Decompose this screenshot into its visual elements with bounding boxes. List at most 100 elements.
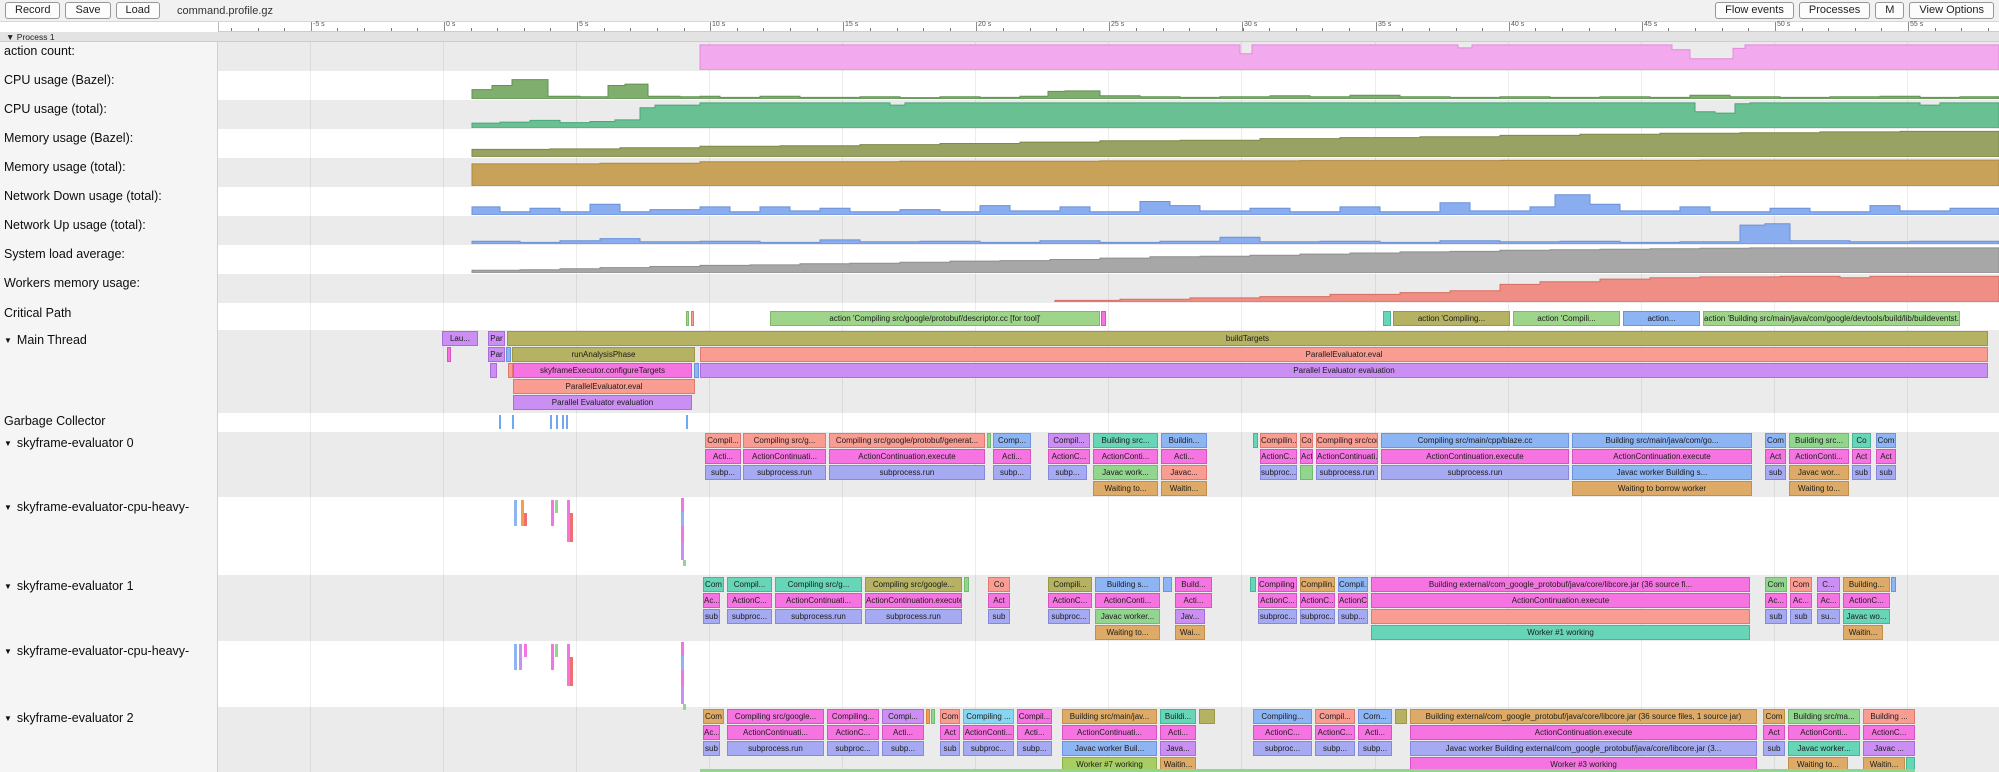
skyframe-evaluator-0-slice[interactable]: Building src/main/java/com/go... bbox=[1572, 433, 1752, 448]
skyframe-evaluator-2-slice[interactable]: Com bbox=[1763, 709, 1785, 724]
skyframe-evaluator-2-slice[interactable]: subprocess.run bbox=[727, 741, 824, 756]
skyframe-evaluator-1-slice[interactable]: Javac wo... bbox=[1843, 609, 1890, 624]
skyframe-evaluator-cpu-heavy-1-slice[interactable] bbox=[681, 526, 684, 542]
skyframe-evaluator-1-slice[interactable]: Compil... bbox=[1338, 577, 1368, 592]
skyframe-evaluator-0-slice[interactable]: ActionContinuati... bbox=[743, 449, 826, 464]
skyframe-evaluator-0-slice[interactable]: ActionContinuation.execute bbox=[1572, 449, 1752, 464]
skyframe-evaluator-2-slice[interactable]: Ac... bbox=[703, 725, 720, 740]
skyframe-evaluator-2-slice[interactable]: ActionContinuation.execute bbox=[1410, 725, 1757, 740]
skyframe-evaluator-0-slice[interactable]: Comp... bbox=[993, 433, 1031, 448]
skyframe-evaluator-2-slice[interactable] bbox=[1395, 709, 1407, 724]
skyframe-evaluator-cpu-heavy-1-slice[interactable] bbox=[681, 512, 684, 526]
skyframe-evaluator-0-slice[interactable]: Building src... bbox=[1789, 433, 1849, 448]
skyframe-evaluator-1-slice[interactable]: ActionContinuation.execute bbox=[1371, 593, 1750, 608]
skyframe-evaluator-0-slice[interactable]: Waiting to... bbox=[1093, 481, 1158, 496]
counter-chart-action-count[interactable] bbox=[218, 43, 1999, 70]
skyframe-evaluator-cpu-heavy-2-slice[interactable] bbox=[681, 670, 684, 686]
timeline-ruler[interactable]: -5 s0 s5 s10 s15 s20 s25 s30 s35 s40 s45… bbox=[218, 22, 1999, 32]
skyframe-evaluator-0-slice[interactable]: Com bbox=[1876, 433, 1896, 448]
skyframe-evaluator-1-slice[interactable]: Ac... bbox=[703, 593, 720, 608]
skyframe-evaluator-2-slice[interactable] bbox=[926, 709, 930, 724]
skyframe-evaluator-2-slice[interactable]: Building ... bbox=[1863, 709, 1915, 724]
skyframe-evaluator-2-slice[interactable]: Act bbox=[940, 725, 960, 740]
skyframe-evaluator-1-slice[interactable]: C... bbox=[1817, 577, 1840, 592]
skyframe-evaluator-1-slice[interactable]: Compiling ... bbox=[1258, 577, 1297, 592]
skyframe-evaluator-0-slice[interactable]: ActionContinuati... bbox=[1316, 449, 1378, 464]
skyframe-evaluator-2-slice[interactable]: Building external/com_google_protobuf/ja… bbox=[1410, 709, 1757, 724]
skyframe-evaluator-2-slice[interactable]: Compil... bbox=[1017, 709, 1052, 724]
skyframe-evaluator-1-slice[interactable]: Building external/com_google_protobuf/ja… bbox=[1371, 577, 1750, 592]
skyframe-evaluator-cpu-heavy-1-slice[interactable] bbox=[683, 560, 686, 566]
track-label-skyframe-evaluator-0[interactable]: ▼skyframe-evaluator 0 bbox=[4, 436, 134, 450]
skyframe-evaluator-1-slice[interactable]: subprocess.run bbox=[865, 609, 962, 624]
skyframe-evaluator-1-slice[interactable]: Acti... bbox=[1175, 593, 1212, 608]
skyframe-evaluator-1-slice[interactable]: Com bbox=[703, 577, 724, 592]
skyframe-evaluator-2-slice[interactable]: Com bbox=[940, 709, 960, 724]
track-label-main-thread[interactable]: ▼Main Thread bbox=[4, 333, 87, 347]
skyframe-evaluator-1-slice[interactable]: Com bbox=[1765, 577, 1787, 592]
skyframe-evaluator-2-slice[interactable]: subp... bbox=[1017, 741, 1052, 756]
collapse-arrow-icon[interactable]: ▼ bbox=[4, 714, 12, 723]
skyframe-evaluator-0-slice[interactable]: ActionC... bbox=[1048, 449, 1090, 464]
skyframe-evaluator-2-slice[interactable]: subproc... bbox=[963, 741, 1014, 756]
skyframe-evaluator-1-slice[interactable]: ActionContinuati... bbox=[775, 593, 862, 608]
skyframe-evaluator-0-slice[interactable]: Com bbox=[1765, 433, 1786, 448]
skyframe-evaluator-0-slice[interactable]: ActionContinuation.execute bbox=[829, 449, 985, 464]
skyframe-evaluator-2-slice[interactable]: Building src/main/jav... bbox=[1062, 709, 1157, 724]
main-thread-slice[interactable]: runAnalysisPhase bbox=[512, 347, 695, 362]
skyframe-evaluator-2-slice[interactable]: subproc... bbox=[1253, 741, 1312, 756]
skyframe-evaluator-cpu-heavy-2-slice[interactable] bbox=[681, 686, 684, 704]
main-thread-slice[interactable] bbox=[506, 347, 511, 362]
skyframe-evaluator-0-slice[interactable]: sub bbox=[1765, 465, 1786, 480]
skyframe-evaluator-2-slice[interactable] bbox=[931, 709, 935, 724]
skyframe-evaluator-1-slice[interactable]: Compiling src/g... bbox=[775, 577, 862, 592]
track-label-skyframe-evaluator-2[interactable]: ▼skyframe-evaluator 2 bbox=[4, 711, 134, 725]
skyframe-evaluator-1-slice[interactable]: Wai... bbox=[1175, 625, 1205, 640]
skyframe-evaluator-0-slice[interactable] bbox=[987, 433, 991, 448]
skyframe-evaluator-2-slice[interactable]: Compi... bbox=[882, 709, 924, 724]
skyframe-evaluator-2-slice[interactable]: Compiling... bbox=[827, 709, 879, 724]
skyframe-evaluator-2-slice[interactable]: subp... bbox=[882, 741, 924, 756]
skyframe-evaluator-0-slice[interactable]: subp... bbox=[993, 465, 1031, 480]
skyframe-evaluator-cpu-heavy-2-slice[interactable] bbox=[524, 644, 527, 657]
skyframe-evaluator-0-slice[interactable]: Compilin... bbox=[1260, 433, 1297, 448]
skyframe-evaluator-1-slice[interactable] bbox=[1163, 577, 1172, 592]
main-thread-slice[interactable]: Par bbox=[488, 331, 505, 346]
skyframe-evaluator-1-slice[interactable]: sub bbox=[703, 609, 720, 624]
skyframe-evaluator-1-slice[interactable]: Waiting to... bbox=[1095, 625, 1160, 640]
skyframe-evaluator-0-slice[interactable]: Co bbox=[1300, 433, 1313, 448]
skyframe-evaluator-0-slice[interactable]: Compiling src/core/... bbox=[1316, 433, 1378, 448]
processes-button[interactable]: Processes bbox=[1799, 2, 1870, 19]
skyframe-evaluator-cpu-heavy-2-slice[interactable] bbox=[570, 657, 573, 686]
skyframe-evaluator-0-slice[interactable]: Act bbox=[1876, 449, 1896, 464]
skyframe-evaluator-0-slice[interactable] bbox=[1253, 433, 1258, 448]
skyframe-evaluator-1-slice[interactable]: Javac worker... bbox=[1095, 609, 1160, 624]
skyframe-evaluator-0-slice[interactable]: Act bbox=[1852, 449, 1871, 464]
skyframe-evaluator-2-slice[interactable]: Compil... bbox=[1315, 709, 1355, 724]
skyframe-evaluator-0-slice[interactable]: Buildin... bbox=[1161, 433, 1207, 448]
skyframe-evaluator-1-slice[interactable] bbox=[964, 577, 969, 592]
skyframe-evaluator-1-slice[interactable]: subproc... bbox=[1300, 609, 1335, 624]
collapse-arrow-icon[interactable]: ▼ bbox=[4, 503, 12, 512]
skyframe-evaluator-2-slice[interactable]: ActionC... bbox=[827, 725, 879, 740]
skyframe-evaluator-0-slice[interactable]: Building src... bbox=[1093, 433, 1158, 448]
main-thread-slice[interactable]: Parallel Evaluator evaluation bbox=[700, 363, 1988, 378]
skyframe-evaluator-1-slice[interactable]: subproc... bbox=[1048, 609, 1090, 624]
main-thread-slice[interactable]: skyframeExecutor.configureTargets bbox=[513, 363, 692, 378]
skyframe-evaluator-2-slice[interactable]: Building src/ma... bbox=[1788, 709, 1860, 724]
skyframe-evaluator-2-slice[interactable]: Javac worker Building external/com_googl… bbox=[1410, 741, 1757, 756]
skyframe-evaluator-1-slice[interactable]: Compiling src/google... bbox=[865, 577, 962, 592]
skyframe-evaluator-1-slice[interactable]: sub bbox=[988, 609, 1010, 624]
skyframe-evaluator-cpu-heavy-2-slice[interactable] bbox=[681, 642, 684, 656]
skyframe-evaluator-1-slice[interactable]: subproc... bbox=[727, 609, 772, 624]
skyframe-evaluator-0-slice[interactable]: Waiting to... bbox=[1789, 481, 1849, 496]
skyframe-evaluator-cpu-heavy-1-slice[interactable] bbox=[551, 500, 554, 526]
skyframe-evaluator-1-slice[interactable]: Ac... bbox=[1790, 593, 1812, 608]
skyframe-evaluator-1-slice[interactable]: Co bbox=[988, 577, 1010, 592]
skyframe-evaluator-0-slice[interactable]: ActionConti... bbox=[1093, 449, 1158, 464]
skyframe-evaluator-1-slice[interactable]: Compili... bbox=[1048, 577, 1092, 592]
skyframe-evaluator-1-slice[interactable]: Worker #1 working bbox=[1371, 625, 1750, 640]
counter-chart-network-up-usage[interactable] bbox=[218, 217, 1999, 244]
skyframe-evaluator-cpu-heavy-2-slice[interactable] bbox=[514, 644, 517, 670]
skyframe-evaluator-2-slice[interactable]: Com... bbox=[1358, 709, 1392, 724]
